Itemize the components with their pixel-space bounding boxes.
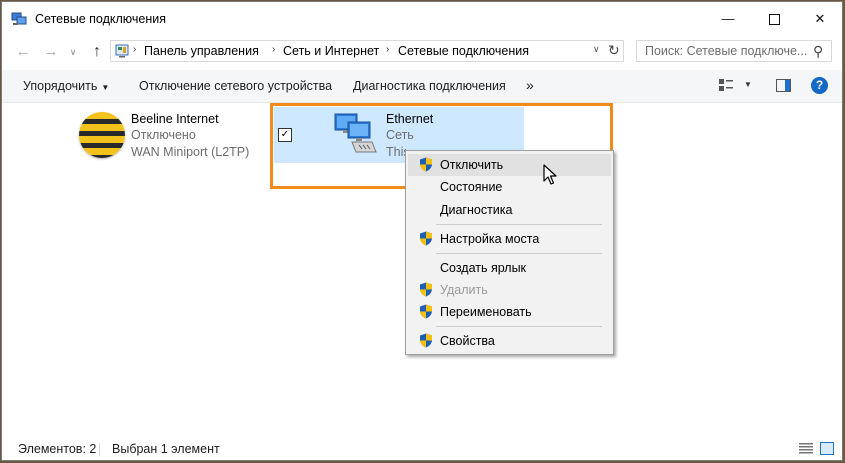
organize-label: Упорядочить — [23, 79, 98, 93]
search-input[interactable]: Поиск: Сетевые подключе... — [645, 44, 807, 58]
menu-item-status[interactable]: Состояние — [408, 176, 611, 198]
beeline-logo-icon — [79, 112, 125, 158]
menu-item-create-shortcut[interactable]: Создать ярлык — [408, 257, 611, 279]
status-bar: Элементов: 2 Выбран 1 элемент — [2, 438, 842, 460]
disable-device-button[interactable]: Отключение сетевого устройства — [139, 79, 332, 93]
menu-item-label: Переименовать — [440, 305, 532, 319]
diagnose-connection-button[interactable]: Диагностика подключения — [353, 79, 506, 93]
window-title: Сетевые подключения — [35, 12, 167, 26]
address-dropdown-icon[interactable]: ∨ — [593, 44, 600, 55]
navigation-bar: ← → ∨ ↑ › Панель управления › Сеть и Инт… — [2, 36, 842, 68]
maximize-icon — [768, 14, 780, 26]
control-panel-icon — [115, 44, 129, 58]
menu-item-disable[interactable]: Отключить — [408, 154, 611, 176]
menu-item-label: Диагностика — [440, 203, 513, 217]
menu-item-label: Создать ярлык — [440, 261, 527, 275]
preview-pane-icon[interactable] — [776, 79, 791, 92]
menu-item-label: Настройка моста — [440, 232, 540, 246]
network-connections-icon — [11, 12, 27, 25]
up-button[interactable]: ↑ — [87, 42, 107, 62]
search-box[interactable]: Поиск: Сетевые подключе... ⚲ — [636, 40, 832, 62]
menu-item-properties[interactable]: Свойства — [408, 330, 611, 352]
breadcrumb-separator[interactable]: › — [386, 44, 389, 55]
breadcrumb-control-panel[interactable]: Панель управления — [144, 44, 259, 58]
details-view-icon[interactable] — [799, 443, 813, 454]
uac-shield-icon — [420, 333, 432, 348]
minimize-button[interactable]: — — [705, 2, 751, 36]
close-button[interactable]: ✕ — [797, 2, 842, 36]
uac-shield-icon — [420, 231, 432, 246]
more-commands-button[interactable]: » — [526, 77, 534, 93]
title-bar[interactable]: Сетевые подключения — ✕ — [2, 2, 842, 36]
menu-item-label: Состояние — [440, 180, 503, 194]
mouse-cursor-icon — [543, 164, 557, 185]
help-icon[interactable]: ? — [811, 77, 828, 94]
forward-button[interactable]: → — [41, 42, 61, 62]
address-bar[interactable]: › Панель управления › Сеть и Интернет › … — [110, 40, 624, 62]
network-connections-window: Сетевые подключения — ✕ ← → ∨ ↑ › Панель… — [1, 1, 843, 461]
refresh-icon[interactable]: ↻ — [608, 42, 620, 59]
back-button[interactable]: ← — [13, 42, 33, 62]
breadcrumb-separator[interactable]: › — [272, 44, 275, 55]
search-icon[interactable]: ⚲ — [813, 43, 823, 60]
menu-item-label: Свойства — [440, 334, 495, 348]
tiles-view-icon[interactable] — [820, 442, 834, 455]
selection-count: Выбран 1 элемент — [112, 442, 220, 456]
breadcrumb-network-internet[interactable]: Сеть и Интернет — [283, 44, 379, 58]
connection-device: WAN Miniport (L2TP) — [131, 145, 250, 159]
menu-item-label: Удалить — [440, 283, 488, 297]
uac-shield-icon — [420, 157, 432, 172]
recent-locations-button[interactable]: ∨ — [63, 42, 83, 62]
organize-button[interactable]: Упорядочить ▼ — [23, 79, 109, 93]
items-count: Элементов: 2 — [18, 442, 97, 456]
context-menu: Отключить Состояние Диагностика Настройк… — [405, 150, 614, 355]
connection-name: Beeline Internet — [131, 112, 219, 126]
view-dropdown-icon[interactable]: ▼ — [744, 80, 752, 89]
change-view-icon[interactable] — [719, 79, 733, 91]
status-separator — [99, 443, 100, 456]
breadcrumb-separator: › — [133, 44, 137, 55]
menu-item-bridge[interactable]: Настройка моста — [408, 228, 611, 250]
chevron-down-icon: ▼ — [101, 83, 110, 92]
uac-shield-icon — [420, 282, 432, 297]
maximize-button[interactable] — [751, 2, 797, 36]
menu-item-label: Отключить — [440, 158, 504, 172]
menu-item-delete: Удалить — [408, 279, 611, 301]
uac-shield-icon — [420, 304, 432, 319]
menu-item-diagnose[interactable]: Диагностика — [408, 199, 611, 221]
menu-separator — [436, 253, 602, 254]
menu-separator — [436, 326, 602, 327]
connection-status: Отключено — [131, 128, 196, 142]
command-bar: Упорядочить ▼ Отключение сетевого устройс… — [2, 70, 842, 103]
breadcrumb-network-connections[interactable]: Сетевые подключения — [398, 44, 529, 58]
menu-separator — [436, 224, 602, 225]
menu-item-rename[interactable]: Переименовать — [408, 301, 611, 323]
